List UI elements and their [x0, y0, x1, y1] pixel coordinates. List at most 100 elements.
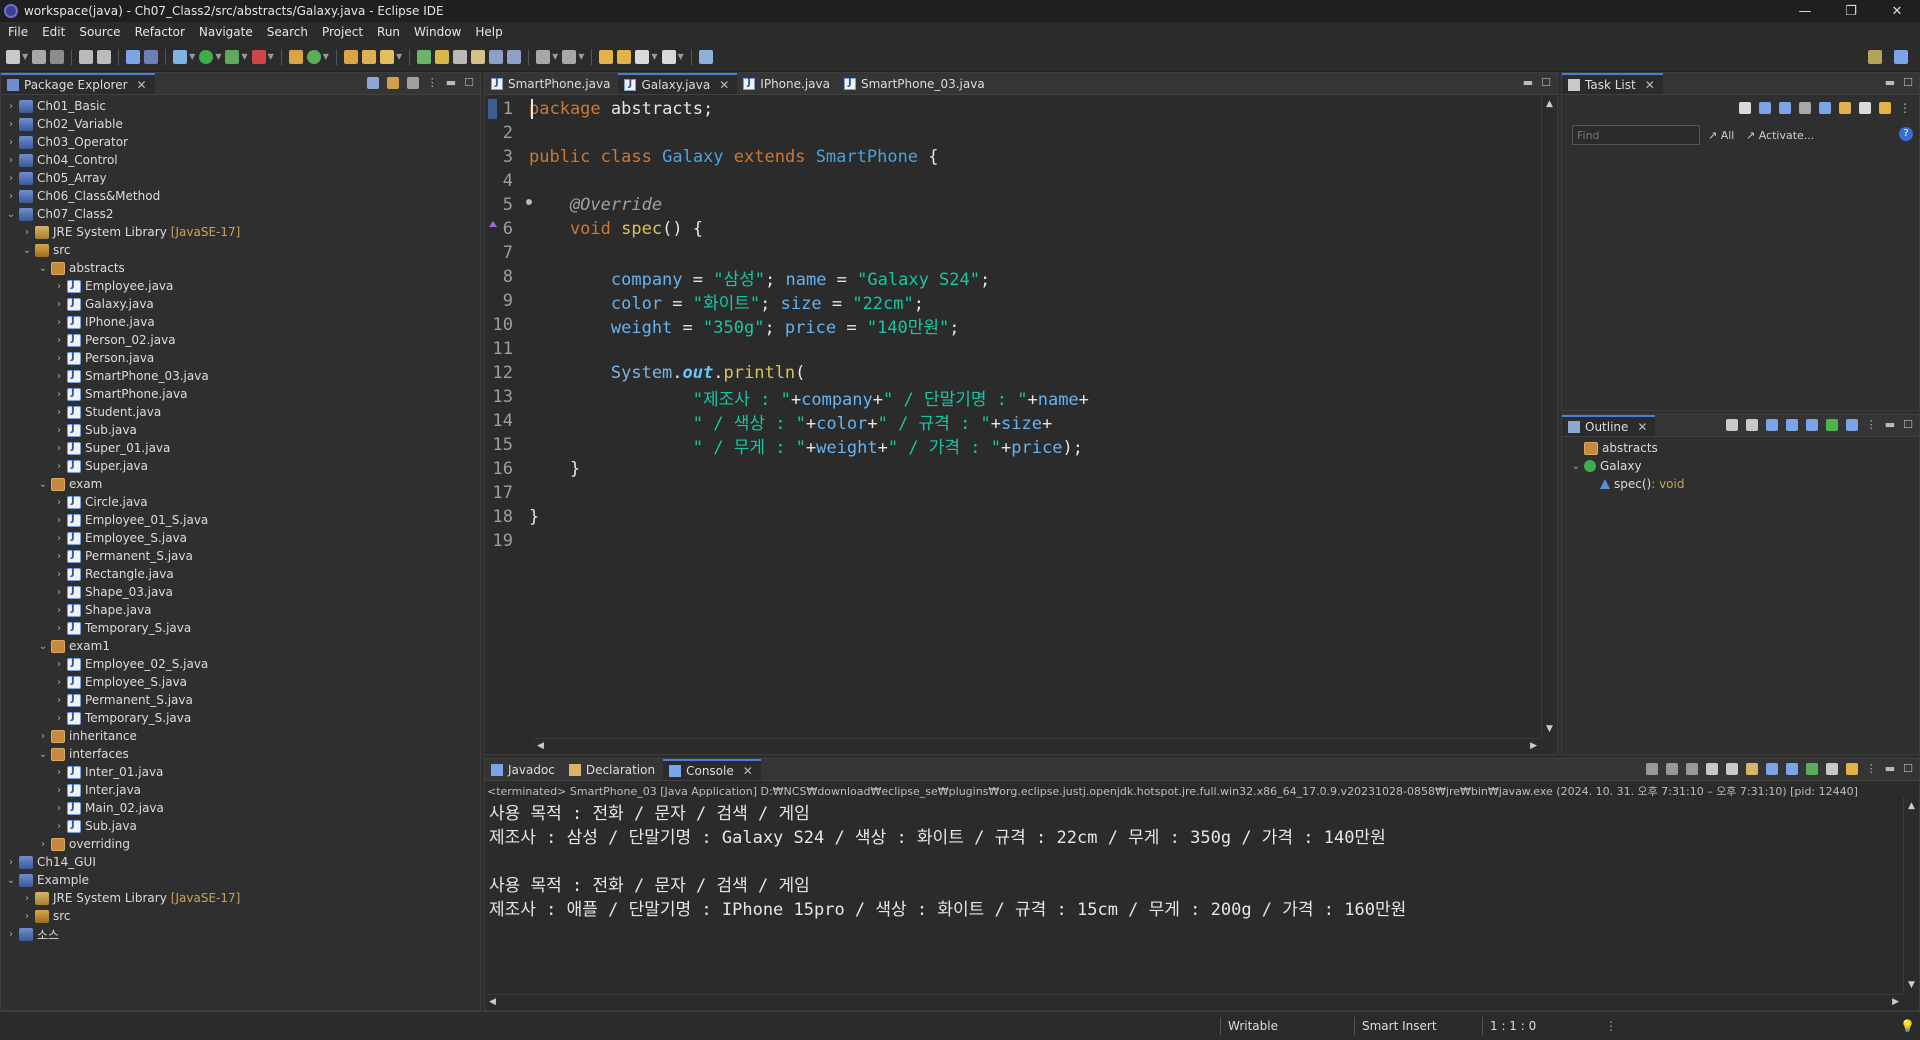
hide-fields-icon[interactable]: [1785, 418, 1798, 431]
scroll-lock-icon[interactable]: [1725, 762, 1738, 775]
chevron-down-icon[interactable]: ⌄: [21, 245, 33, 256]
menu-help[interactable]: Help: [471, 25, 512, 39]
tree-item[interactable]: › Person.java: [1, 349, 480, 367]
console-horizontal-scrollbar[interactable]: ◀ ▶: [485, 994, 1903, 1010]
editor-tab[interactable]: SmartPhone.java: [485, 73, 618, 94]
tree-item[interactable]: › Ch02_Variable: [1, 115, 480, 133]
menu-run[interactable]: Run: [373, 25, 410, 39]
chevron-right-icon[interactable]: ›: [53, 335, 65, 346]
chevron-right-icon[interactable]: ›: [53, 389, 65, 400]
scroll-up-icon[interactable]: ▲: [1908, 801, 1915, 811]
bottom-tab[interactable]: Javadoc: [485, 759, 563, 780]
code-editor[interactable]: 1 package abstracts; 2 3 public class Galaxy…: [485, 95, 1557, 754]
chevron-right-icon[interactable]: ›: [53, 569, 65, 580]
fold-marker-icon[interactable]: [526, 199, 532, 205]
forward-edit-icon[interactable]: [617, 49, 632, 64]
open-console-icon[interactable]: [1845, 762, 1858, 775]
open-perspective-icon[interactable]: [1868, 50, 1882, 64]
tree-item[interactable]: › Ch05_Array: [1, 169, 480, 187]
dropdown-arrow-icon[interactable]: ▼: [552, 52, 558, 61]
maximize-icon[interactable]: ☐: [1903, 76, 1913, 89]
tree-item[interactable]: › Ch04_Control: [1, 151, 480, 169]
tree-item[interactable]: › IPhone.java: [1, 313, 480, 331]
close-icon[interactable]: ✕: [1645, 78, 1655, 92]
search-icon[interactable]: [1836, 50, 1850, 64]
sort-icon[interactable]: [1765, 418, 1778, 431]
scroll-down-icon[interactable]: ▼: [1908, 980, 1915, 990]
dropdown-arrow-icon[interactable]: ▼: [323, 52, 329, 61]
back-icon[interactable]: [635, 49, 650, 64]
minimize-icon[interactable]: ▬: [1523, 76, 1533, 89]
display-console-icon[interactable]: [1825, 762, 1838, 775]
tree-item[interactable]: › Main_02.java: [1, 799, 480, 817]
chevron-right-icon[interactable]: ›: [53, 677, 65, 688]
maximize-icon[interactable]: ☐: [464, 76, 474, 89]
view-menu-icon[interactable]: ⋮: [427, 76, 438, 89]
focus-icon[interactable]: [1799, 102, 1811, 114]
hide-static-icon[interactable]: [1805, 418, 1818, 431]
scroll-right-icon[interactable]: ▶: [1530, 741, 1537, 751]
minimize-icon[interactable]: ▬: [1885, 76, 1895, 89]
chevron-right-icon[interactable]: ›: [21, 893, 33, 904]
restore-button[interactable]: ❐: [1828, 0, 1874, 22]
dropdown-arrow-icon[interactable]: ▼: [189, 52, 195, 61]
save-icon[interactable]: [32, 49, 47, 64]
chevron-right-icon[interactable]: ›: [53, 317, 65, 328]
editor-tab[interactable]: SmartPhone_03.java: [838, 73, 993, 94]
link-with-editor-icon[interactable]: [386, 76, 399, 89]
help-icon[interactable]: ?: [1899, 127, 1913, 141]
view-menu-icon[interactable]: ⋮: [1866, 762, 1877, 775]
minimize-icon[interactable]: ▬: [1885, 762, 1895, 775]
debug-icon[interactable]: [173, 49, 188, 64]
dropdown-arrow-icon[interactable]: ▼: [241, 52, 247, 61]
console-output[interactable]: <terminated> SmartPhone_03 [Java Applica…: [485, 781, 1919, 1010]
tree-item[interactable]: › Employee_S.java: [1, 529, 480, 547]
tree-item[interactable]: › SmartPhone_03.java: [1, 367, 480, 385]
chevron-down-icon[interactable]: ⌄: [5, 209, 17, 220]
chevron-right-icon[interactable]: ›: [53, 443, 65, 454]
maximize-icon[interactable]: ☐: [1541, 76, 1551, 89]
tab-task-list[interactable]: Task List ✕: [1562, 73, 1663, 94]
chevron-right-icon[interactable]: ›: [37, 731, 49, 742]
chevron-right-icon[interactable]: ›: [53, 281, 65, 292]
console-vertical-scrollbar[interactable]: ▲ ▼: [1903, 797, 1919, 994]
outline-item-method[interactable]: spec() : void: [1570, 475, 1919, 493]
coverage-icon[interactable]: [225, 49, 240, 64]
menu-source[interactable]: Source: [75, 25, 130, 39]
open-type-icon[interactable]: [343, 49, 358, 64]
scroll-left-icon[interactable]: ◀: [537, 741, 544, 751]
word-wrap-icon[interactable]: [1745, 762, 1758, 775]
chevron-down-icon[interactable]: ⌄: [5, 875, 17, 886]
last-edit-location-icon[interactable]: [599, 49, 614, 64]
tree-item[interactable]: › SmartPhone.java: [1, 385, 480, 403]
chevron-down-icon[interactable]: ⌄: [1570, 461, 1582, 472]
menu-project[interactable]: Project: [318, 25, 373, 39]
hide-completed-icon[interactable]: [1819, 102, 1831, 114]
tree-item[interactable]: › Permanent_S.java: [1, 691, 480, 709]
tree-item[interactable]: › overriding: [1, 835, 480, 853]
minimize-icon[interactable]: ▬: [446, 76, 456, 89]
chevron-down-icon[interactable]: ⌄: [37, 263, 49, 274]
undo-icon[interactable]: [79, 49, 94, 64]
clear-console-icon[interactable]: [1705, 762, 1718, 775]
toggle-word-wrap-icon[interactable]: [471, 49, 486, 64]
remove-all-icon[interactable]: [1685, 762, 1698, 775]
new-task-icon[interactable]: [1739, 102, 1751, 114]
editor-tab[interactable]: Galaxy.java ✕: [618, 73, 738, 94]
dropdown-arrow-icon[interactable]: ▼: [678, 52, 684, 61]
chevron-right-icon[interactable]: ›: [21, 227, 33, 238]
tree-item[interactable]: › Ch01_Basic: [1, 97, 480, 115]
chevron-right-icon[interactable]: ›: [53, 497, 65, 508]
tree-item[interactable]: ⌄ Example: [1, 871, 480, 889]
outline-item-package[interactable]: abstracts: [1570, 439, 1919, 457]
tree-item[interactable]: ⌄ exam: [1, 475, 480, 493]
chevron-down-icon[interactable]: ⌄: [37, 479, 49, 490]
run-icon[interactable]: [199, 49, 214, 64]
remove-launch-icon[interactable]: [1665, 762, 1678, 775]
chevron-right-icon[interactable]: ›: [53, 533, 65, 544]
scroll-right-icon[interactable]: ▶: [1892, 997, 1899, 1007]
view-menu-icon[interactable]: ⋮: [1899, 101, 1911, 115]
task-find-input[interactable]: [1572, 125, 1700, 145]
scroll-left-icon[interactable]: ◀: [489, 997, 496, 1007]
tree-item[interactable]: › Rectangle.java: [1, 565, 480, 583]
